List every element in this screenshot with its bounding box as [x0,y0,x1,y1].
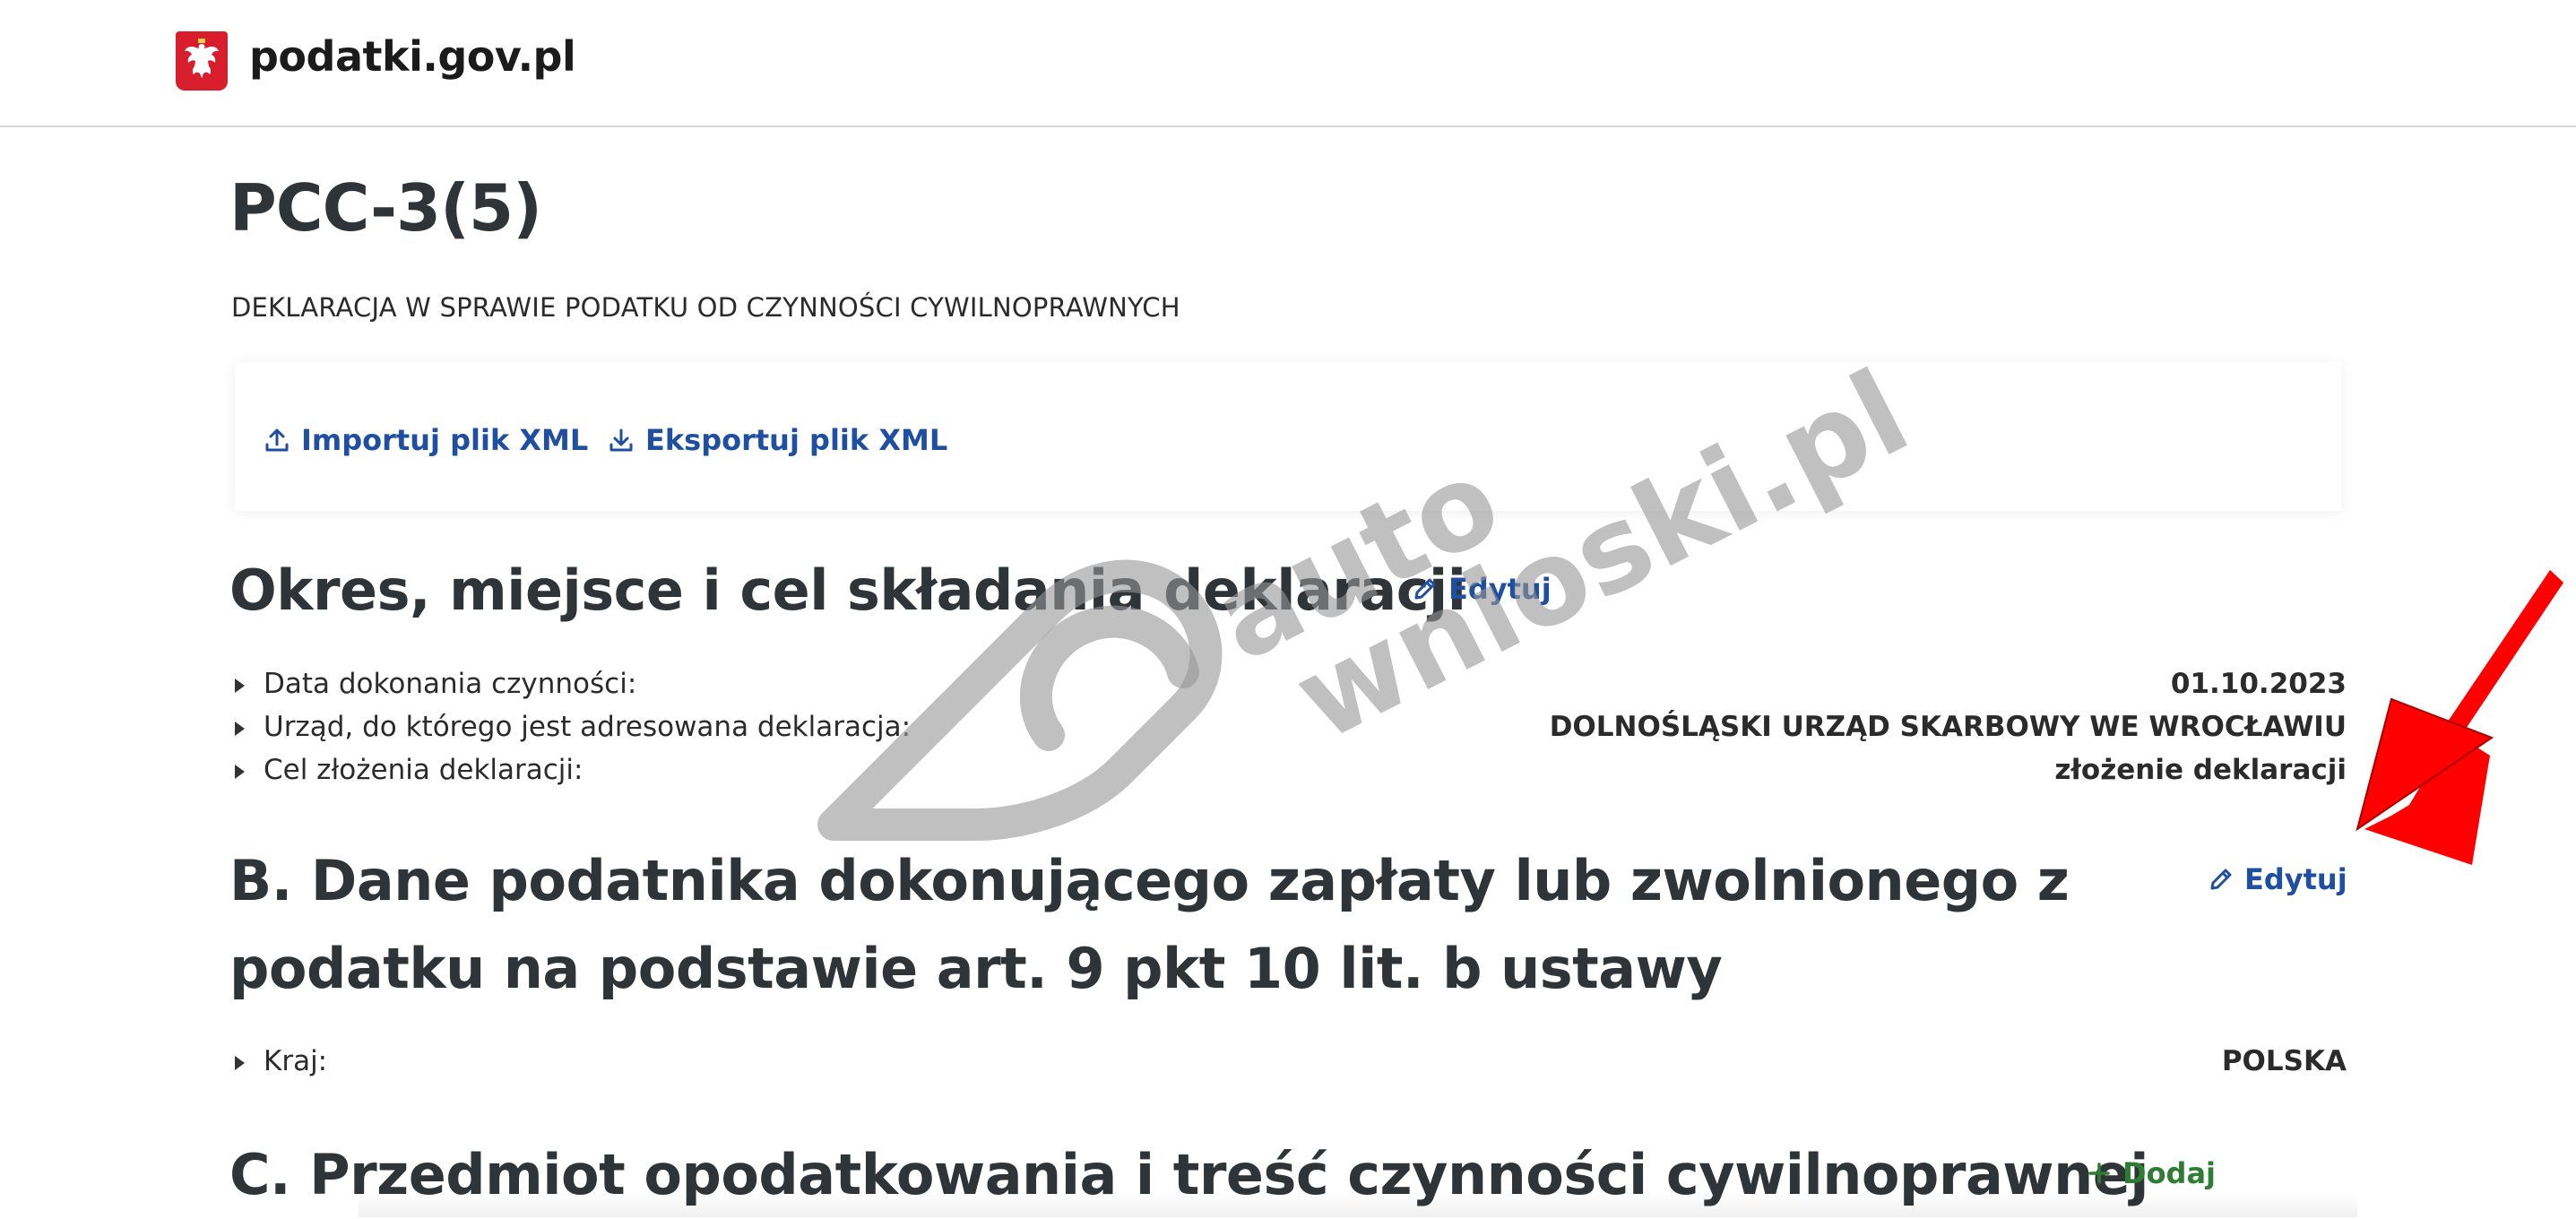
polish-eagle-emblem-icon[interactable] [176,31,228,91]
field-value: POLSKA [2221,1045,2347,1077]
download-icon [609,428,633,452]
bullet-icon [235,765,245,779]
section-a-edit-label: Edytuj [1448,572,1552,606]
upload-icon [265,428,289,452]
field-label: Urząd, do którego jest adresowana deklar… [264,711,912,743]
section-b-title-line1: B. Dane podatnika dokonującego zapłaty l… [229,848,2070,913]
bullet-icon [235,1056,245,1070]
pencil-icon [1414,578,1436,600]
site-logo-text[interactable]: podatki.gov.pl [249,32,576,81]
import-xml-label: Importuj plik XML [301,423,589,457]
field-label: Data dokonania czynności: [264,668,637,700]
pencil-icon [2210,869,2232,890]
red-annotation-arrow-icon [2356,570,2563,865]
field-row-date: Data dokonania czynności: 01.10.2023 [235,668,2347,709]
field-row-office: Urząd, do którego jest adresowana deklar… [235,711,2347,752]
import-xml-button[interactable]: Importuj plik XML [264,423,588,457]
section-c-add-label: Dodaj [2122,1156,2217,1190]
export-xml-button[interactable]: Eksportuj plik XML [608,423,947,457]
plus-icon [2088,1163,2110,1184]
section-b-title-line2: podatku na podstawie art. 9 pkt 10 lit. … [229,936,1723,1001]
field-label: Cel złożenia deklaracji: [264,754,583,786]
field-value: DOLNOŚLĄSKI URZĄD SKARBOWY WE WROCŁAWIU [1549,711,2347,743]
xml-actions-panel: Importuj plik XML Eksportuj plik XML [235,362,2341,511]
field-row-purpose: Cel złożenia deklaracji: złożenie deklar… [235,754,2347,795]
bullet-icon [235,722,245,736]
field-row-country: Kraj: POLSKA [235,1045,2347,1086]
section-c-add-button[interactable]: Dodaj [2087,1156,2216,1190]
top-header: podatki.gov.pl [0,0,2576,127]
section-a-edit-button[interactable]: Edytuj [1411,572,1552,606]
page-title: PCC-3(5) [229,170,542,246]
page-subtitle: DEKLARACJA W SPRAWIE PODATKU OD CZYNNOŚC… [231,292,1180,323]
bullet-icon [235,679,245,693]
export-xml-label: Eksportuj plik XML [645,423,948,457]
bottom-shadow [359,1192,2357,1217]
field-label: Kraj: [264,1045,328,1077]
section-a-title: Okres, miejsce i cel składania deklaracj… [229,558,1466,623]
